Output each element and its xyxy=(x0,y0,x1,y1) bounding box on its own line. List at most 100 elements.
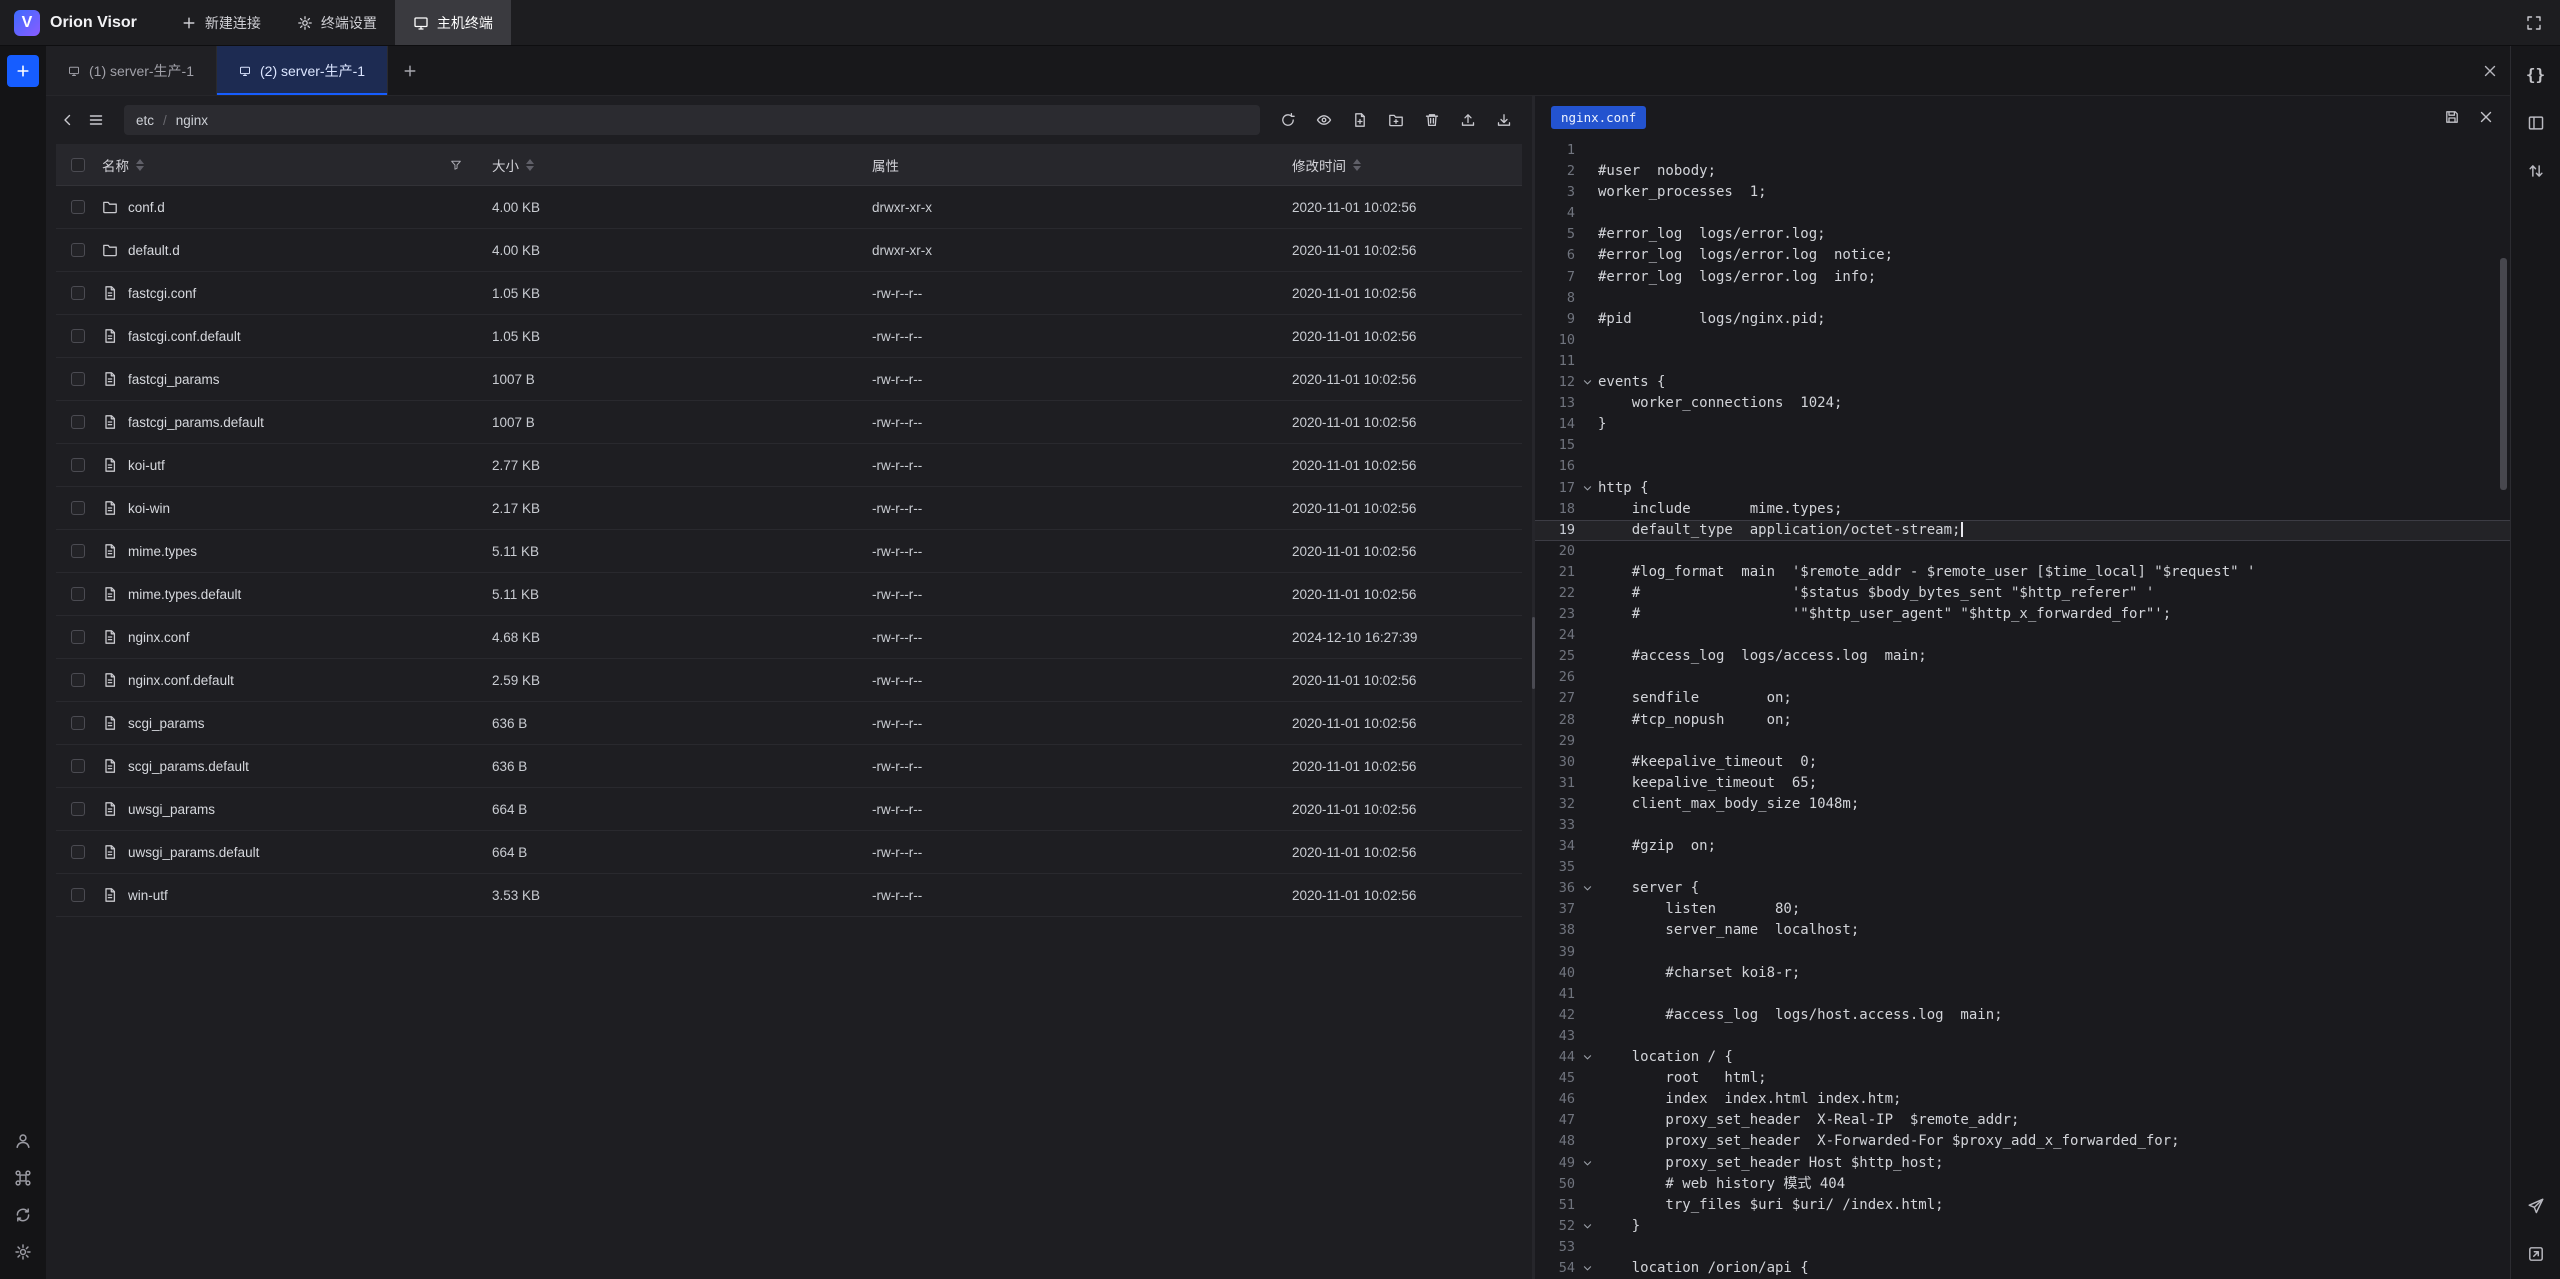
code-line[interactable]: 19 default_type application/octet-stream… xyxy=(1535,520,2510,541)
settings-icon[interactable] xyxy=(14,1243,32,1261)
file-name-cell[interactable]: fastcgi_params.default xyxy=(102,414,492,430)
code-line[interactable]: 36 server { xyxy=(1535,878,2510,899)
row-checkbox[interactable] xyxy=(71,286,85,300)
file-manager-panel-icon[interactable] xyxy=(2527,114,2545,132)
code-line[interactable]: 11 xyxy=(1535,351,2510,372)
code-line[interactable]: 44 location / { xyxy=(1535,1047,2510,1068)
code-line[interactable]: 21 #log_format main '$remote_addr - $rem… xyxy=(1535,562,2510,583)
shortcut-keys-icon[interactable] xyxy=(14,1169,32,1187)
row-checkbox[interactable] xyxy=(71,716,85,730)
close-editor-button[interactable] xyxy=(2478,109,2494,125)
new-folder-button[interactable] xyxy=(1388,112,1404,128)
file-row[interactable]: koi-win2.17 KB-rw-r--r--2020-11-01 10:02… xyxy=(56,487,1522,530)
code-line[interactable]: 52 } xyxy=(1535,1216,2510,1237)
menu-terminal-settings[interactable]: 终端设置 xyxy=(279,0,395,45)
file-name-cell[interactable]: fastcgi.conf xyxy=(102,285,492,301)
file-row[interactable]: koi-utf2.77 KB-rw-r--r--2020-11-01 10:02… xyxy=(56,444,1522,487)
code-line[interactable]: 50 # web history 模式 404 xyxy=(1535,1174,2510,1195)
code-line[interactable]: 14} xyxy=(1535,414,2510,435)
row-checkbox[interactable] xyxy=(71,544,85,558)
menu-new-connection[interactable]: 新建连接 xyxy=(163,0,279,45)
code-line[interactable]: 10 xyxy=(1535,330,2510,351)
row-checkbox[interactable] xyxy=(71,372,85,386)
file-name-cell[interactable]: nginx.conf.default xyxy=(102,672,492,688)
code-line[interactable]: 3worker_processes 1; xyxy=(1535,182,2510,203)
code-line[interactable]: 18 include mime.types; xyxy=(1535,499,2510,520)
code-line[interactable]: 8 xyxy=(1535,288,2510,309)
file-row[interactable]: uwsgi_params664 B-rw-r--r--2020-11-01 10… xyxy=(56,788,1522,831)
code-line[interactable]: 35 xyxy=(1535,857,2510,878)
select-all-checkbox[interactable] xyxy=(71,158,85,172)
sort-icon[interactable] xyxy=(526,159,534,171)
row-checkbox[interactable] xyxy=(71,630,85,644)
user-profile-icon[interactable] xyxy=(14,1132,32,1150)
fold-toggle-icon[interactable] xyxy=(1577,1047,1598,1068)
sort-icon[interactable] xyxy=(1353,159,1361,171)
filter-icon[interactable] xyxy=(450,159,462,171)
code-line[interactable]: 51 try_files $uri $uri/ /index.html; xyxy=(1535,1195,2510,1216)
code-line[interactable]: 7#error_log logs/error.log info; xyxy=(1535,267,2510,288)
editor-scrollbar-thumb[interactable] xyxy=(2500,258,2507,490)
file-row[interactable]: fastcgi.conf1.05 KB-rw-r--r--2020-11-01 … xyxy=(56,272,1522,315)
file-row[interactable]: win-utf3.53 KB-rw-r--r--2020-11-01 10:02… xyxy=(56,874,1522,917)
fold-toggle-icon[interactable] xyxy=(1577,878,1598,899)
column-header-time[interactable]: 修改时间 xyxy=(1292,155,1522,175)
code-line[interactable]: 40 #charset koi8-r; xyxy=(1535,963,2510,984)
code-line[interactable]: 53 xyxy=(1535,1237,2510,1258)
code-line[interactable]: 5#error_log logs/error.log; xyxy=(1535,224,2510,245)
fold-toggle-icon[interactable] xyxy=(1577,1153,1598,1174)
code-line[interactable]: 12events { xyxy=(1535,372,2510,393)
file-name-cell[interactable]: nginx.conf xyxy=(102,629,492,645)
row-checkbox[interactable] xyxy=(71,243,85,257)
file-name-cell[interactable]: default.d xyxy=(102,242,492,258)
breadcrumb-segment[interactable]: etc xyxy=(136,113,154,128)
new-file-button[interactable] xyxy=(1352,112,1368,128)
code-line[interactable]: 43 xyxy=(1535,1026,2510,1047)
code-line[interactable]: 45 root html; xyxy=(1535,1068,2510,1089)
file-name-cell[interactable]: mime.types xyxy=(102,543,492,559)
code-line[interactable]: 26 xyxy=(1535,667,2510,688)
code-line[interactable]: 23 # '"$http_user_agent" "$http_x_forwar… xyxy=(1535,604,2510,625)
code-line[interactable]: 9#pid logs/nginx.pid; xyxy=(1535,309,2510,330)
upload-button[interactable] xyxy=(1460,112,1476,128)
file-name-cell[interactable]: koi-win xyxy=(102,500,492,516)
path-breadcrumb[interactable]: etc / nginx xyxy=(124,105,1260,135)
file-row[interactable]: scgi_params636 B-rw-r--r--2020-11-01 10:… xyxy=(56,702,1522,745)
quick-new-connection-button[interactable] xyxy=(7,55,39,87)
column-header-size[interactable]: 大小 xyxy=(492,155,872,175)
back-button[interactable] xyxy=(60,112,76,128)
file-name-cell[interactable]: koi-utf xyxy=(102,457,492,473)
file-name-cell[interactable]: fastcgi_params xyxy=(102,371,492,387)
code-line[interactable]: 32 client_max_body_size 1048m; xyxy=(1535,794,2510,815)
code-line[interactable]: 2#user nobody; xyxy=(1535,161,2510,182)
row-checkbox[interactable] xyxy=(71,845,85,859)
open-window-icon[interactable] xyxy=(2527,1245,2545,1263)
column-header-name[interactable]: 名称 xyxy=(102,155,492,175)
code-line[interactable]: 34 #gzip on; xyxy=(1535,836,2510,857)
column-header-attr[interactable]: 属性 xyxy=(872,155,1292,175)
fold-toggle-icon[interactable] xyxy=(1577,478,1598,499)
file-name-cell[interactable]: conf.d xyxy=(102,199,492,215)
code-line[interactable]: 46 index index.html index.htm; xyxy=(1535,1089,2510,1110)
code-line[interactable]: 20 xyxy=(1535,541,2510,562)
open-file-tag[interactable]: nginx.conf xyxy=(1551,106,1646,129)
row-checkbox[interactable] xyxy=(71,587,85,601)
breadcrumb-segment[interactable]: nginx xyxy=(176,113,208,128)
row-checkbox[interactable] xyxy=(71,673,85,687)
fullscreen-icon[interactable] xyxy=(2526,15,2542,31)
row-checkbox[interactable] xyxy=(71,888,85,902)
code-line[interactable]: 6#error_log logs/error.log notice; xyxy=(1535,245,2510,266)
code-line[interactable]: 49 proxy_set_header Host $http_host; xyxy=(1535,1153,2510,1174)
sync-icon[interactable] xyxy=(14,1206,32,1224)
code-line[interactable]: 42 #access_log logs/host.access.log main… xyxy=(1535,1005,2510,1026)
code-line[interactable]: 37 listen 80; xyxy=(1535,899,2510,920)
row-checkbox[interactable] xyxy=(71,802,85,816)
fold-toggle-icon[interactable] xyxy=(1577,1216,1598,1237)
file-row[interactable]: fastcgi_params.default1007 B-rw-r--r--20… xyxy=(56,401,1522,444)
list-view-button[interactable] xyxy=(88,112,104,128)
file-row[interactable]: mime.types5.11 KB-rw-r--r--2020-11-01 10… xyxy=(56,530,1522,573)
code-line[interactable]: 39 xyxy=(1535,942,2510,963)
row-checkbox[interactable] xyxy=(71,329,85,343)
code-line[interactable]: 13 worker_connections 1024; xyxy=(1535,393,2510,414)
file-name-cell[interactable]: scgi_params xyxy=(102,715,492,731)
